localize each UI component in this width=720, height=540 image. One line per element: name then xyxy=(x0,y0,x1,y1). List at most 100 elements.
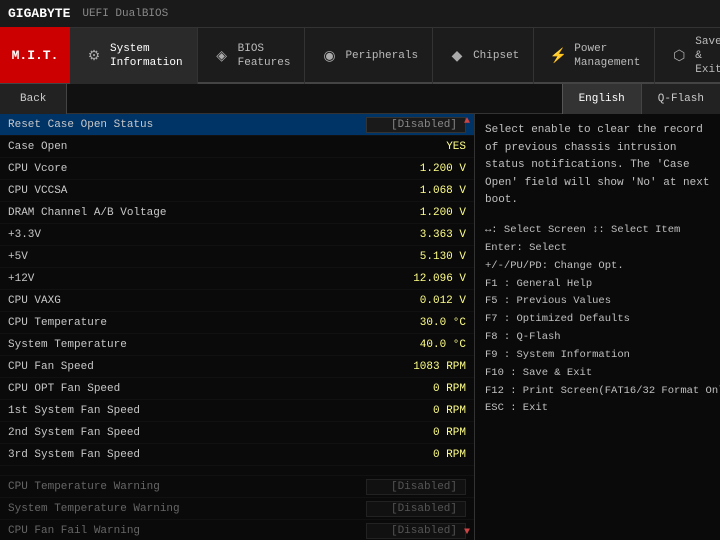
table-row[interactable]: +5V5.130 V xyxy=(0,246,474,268)
row-label: CPU VAXG xyxy=(8,295,366,307)
system-information-icon: ⚙ xyxy=(84,46,104,66)
nav-item-power-management[interactable]: ⚡ PowerManagement xyxy=(534,28,655,84)
row-label: CPU VCCSA xyxy=(8,185,366,197)
nav-items: ⚙ SystemInformation ◈ BIOSFeatures ◉ Peripher… xyxy=(70,28,720,82)
key-help: ↔: Select Screen ↕: Select ItemEnter: Se… xyxy=(485,222,710,418)
table-row[interactable]: CPU VAXG0.012 V xyxy=(0,290,474,312)
key-help-line: F10 : Save & Exit xyxy=(485,365,710,383)
table-row[interactable]: 1st System Fan Speed0 RPM xyxy=(0,400,474,422)
row-label: CPU Vcore xyxy=(8,163,366,175)
peripherals-icon: ◉ xyxy=(319,46,339,66)
power-management-icon: ⚡ xyxy=(548,46,568,66)
mit-button[interactable]: M.I.T. xyxy=(0,27,70,83)
row-value: [Disabled] xyxy=(366,479,466,495)
row-label: CPU Fan Speed xyxy=(8,361,366,373)
key-help-line: ESC : Exit xyxy=(485,400,710,418)
bios-features-label: BIOSFeatures xyxy=(238,42,291,71)
table-row[interactable]: Case OpenYES xyxy=(0,136,474,158)
chipset-icon: ◆ xyxy=(447,46,467,66)
nav-item-bios-features[interactable]: ◈ BIOSFeatures xyxy=(198,28,306,84)
key-help-line: F8 : Q-Flash xyxy=(485,329,710,347)
row-value: [Disabled] xyxy=(366,117,466,133)
row-label: +12V xyxy=(8,273,366,285)
row-label: Reset Case Open Status xyxy=(8,119,366,131)
action-bar: Back English Q-Flash xyxy=(0,84,720,114)
key-help-line: F9 : System Information xyxy=(485,347,710,365)
table-row[interactable]: 3rd System Fan Speed0 RPM xyxy=(0,444,474,466)
peripherals-label: Peripherals xyxy=(345,49,418,63)
row-value: 0 RPM xyxy=(366,383,466,395)
row-value: 1.200 V xyxy=(366,207,466,219)
key-help-line: F5 : Previous Values xyxy=(485,293,710,311)
row-label: CPU Temperature Warning xyxy=(8,481,366,493)
table-row[interactable]: CPU Fan Speed1083 RPM xyxy=(0,356,474,378)
row-value: 1.068 V xyxy=(366,185,466,197)
power-management-label: PowerManagement xyxy=(574,42,640,71)
left-panel[interactable]: ▲ Reset Case Open Status[Disabled]Case O… xyxy=(0,114,475,540)
row-value: [Disabled] xyxy=(366,501,466,517)
table-row[interactable]: CPU Temperature30.0 °C xyxy=(0,312,474,334)
help-text: Select enable to clear the record of pre… xyxy=(485,122,710,210)
row-value: 30.0 °C xyxy=(366,317,466,329)
table-row[interactable]: +3.3V3.363 V xyxy=(0,224,474,246)
right-panel: Select enable to clear the record of pre… xyxy=(475,114,720,540)
row-value: 3.363 V xyxy=(366,229,466,241)
row-value: 12.096 V xyxy=(366,273,466,285)
save-exit-label: Save & Exit xyxy=(695,35,720,78)
table-row[interactable]: CPU Vcore1.200 V xyxy=(0,158,474,180)
nav-item-chipset[interactable]: ◆ Chipset xyxy=(433,28,534,84)
table-row[interactable]: CPU Temperature Warning[Disabled] xyxy=(0,476,474,498)
table-row[interactable]: 2nd System Fan Speed0 RPM xyxy=(0,422,474,444)
row-label: 2nd System Fan Speed xyxy=(8,427,366,439)
key-help-line: Enter: Select xyxy=(485,240,710,258)
row-label: Case Open xyxy=(8,141,366,153)
row-label: 3rd System Fan Speed xyxy=(8,449,366,461)
table-row[interactable]: CPU Fan Fail Warning[Disabled] xyxy=(0,520,474,540)
key-help-line: F7 : Optimized Defaults xyxy=(485,311,710,329)
row-value: 0 RPM xyxy=(366,405,466,417)
row-label: 1st System Fan Speed xyxy=(8,405,366,417)
scroll-up-arrow: ▲ xyxy=(464,116,470,127)
table-row[interactable]: System Temperature Warning[Disabled] xyxy=(0,498,474,520)
system-information-label: SystemInformation xyxy=(110,42,183,71)
row-label: DRAM Channel A/B Voltage xyxy=(8,207,366,219)
key-help-line: F12 : Print Screen(FAT16/32 Format Only) xyxy=(485,383,710,401)
qflash-button[interactable]: Q-Flash xyxy=(641,84,720,114)
row-label: +3.3V xyxy=(8,229,366,241)
table-row[interactable]: DRAM Channel A/B Voltage1.200 V xyxy=(0,202,474,224)
brand-gigabyte: GIGABYTE xyxy=(8,6,70,21)
row-value: 0 RPM xyxy=(366,427,466,439)
row-value: 1083 RPM xyxy=(366,361,466,373)
row-value: 40.0 °C xyxy=(366,339,466,351)
row-value: 0 RPM xyxy=(366,449,466,461)
key-help-line: +/-/PU/PD: Change Opt. xyxy=(485,258,710,276)
table-row[interactable]: Reset Case Open Status[Disabled] xyxy=(0,114,474,136)
row-label: System Temperature Warning xyxy=(8,503,366,515)
key-help-line: F1 : General Help xyxy=(485,276,710,294)
chipset-label: Chipset xyxy=(473,49,519,63)
row-value: [Disabled] xyxy=(366,523,466,539)
row-value: 5.130 V xyxy=(366,251,466,263)
nav-item-peripherals[interactable]: ◉ Peripherals xyxy=(305,28,433,84)
main-content: ▲ Reset Case Open Status[Disabled]Case O… xyxy=(0,114,720,540)
row-label: System Temperature xyxy=(8,339,366,351)
table-row[interactable]: CPU OPT Fan Speed0 RPM xyxy=(0,378,474,400)
row-value: 1.200 V xyxy=(366,163,466,175)
language-select[interactable]: English xyxy=(562,84,641,114)
row-label: CPU Fan Fail Warning xyxy=(8,525,366,537)
brand-dualbios: UEFI DualBIOS xyxy=(82,8,168,20)
scroll-down-arrow: ▼ xyxy=(464,527,470,538)
key-help-line: ↔: Select Screen ↕: Select Item xyxy=(485,222,710,240)
nav-item-system-information[interactable]: ⚙ SystemInformation xyxy=(70,28,198,84)
nav-item-save-exit[interactable]: ⬡Save & Exit xyxy=(655,28,720,84)
row-value: 0.012 V xyxy=(366,295,466,307)
table-row[interactable]: +12V12.096 V xyxy=(0,268,474,290)
row-label: +5V xyxy=(8,251,366,263)
bios-features-icon: ◈ xyxy=(212,46,232,66)
row-label: CPU Temperature xyxy=(8,317,366,329)
top-bar: GIGABYTE UEFI DualBIOS xyxy=(0,0,720,28)
table-row[interactable]: System Temperature40.0 °C xyxy=(0,334,474,356)
table-row[interactable]: CPU VCCSA1.068 V xyxy=(0,180,474,202)
row-value: YES xyxy=(366,141,466,153)
back-button[interactable]: Back xyxy=(0,84,67,114)
